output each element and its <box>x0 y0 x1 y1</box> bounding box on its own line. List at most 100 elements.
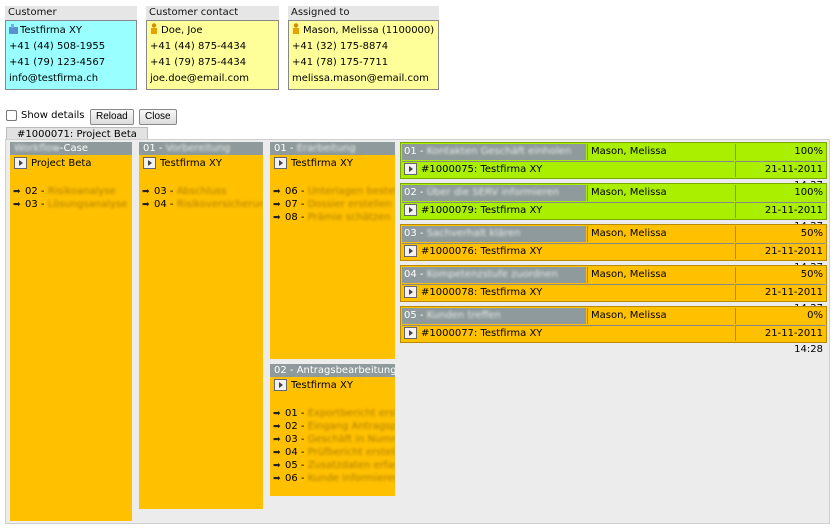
assigned-phone2: +41 (78) 175-7711 <box>292 57 389 68</box>
task-name: 01 - Kontakten Geschäft einholen <box>402 144 586 160</box>
column-items: ➡ 01 - Exportbericht erstellen ➡ 02 - Eing… <box>270 407 395 485</box>
arrow-right-icon: ➡ <box>142 200 150 210</box>
list-item[interactable]: ➡ 03 - Lösungsanalyse <box>13 198 132 211</box>
task-user: Mason, Melissa <box>587 308 738 324</box>
contact-email[interactable]: joe.doe@email.com <box>150 71 275 87</box>
item-text: Unterlagen bestellen <box>307 186 395 197</box>
column-header[interactable]: 01 - Vorbereitung <box>139 142 263 155</box>
workflow-column: 01 - Erarbeitung Testfirma XY ➡ 06 - Unte… <box>270 142 395 359</box>
column-header[interactable]: 01 - Erarbeitung <box>270 142 395 155</box>
task-name-blurred: Kunden treffen <box>426 310 501 321</box>
workflow-column: 01 - Vorbereitung Testfirma XY ➡ 03 - Abs… <box>139 142 263 509</box>
play-icon[interactable] <box>404 163 417 175</box>
list-item[interactable]: ➡ 04 - Prüfbericht erstellen <box>273 446 395 459</box>
column-subtitle[interactable]: Project Beta <box>10 157 132 171</box>
column-subtitle[interactable]: Testfirma XY <box>139 157 263 171</box>
customer-name-row[interactable]: Testfirma XY <box>9 23 133 39</box>
task-ref[interactable]: #1000077: Testfirma XY <box>402 325 734 341</box>
list-item[interactable]: ➡ 08 - Prämie schätzen <box>273 211 395 224</box>
play-icon[interactable] <box>14 157 27 169</box>
close-button[interactable]: Close <box>139 109 177 125</box>
task-card[interactable]: 03 - Sachverhalt klären Mason, Melissa 5… <box>400 224 827 273</box>
customer-box: Customer Testfirma XY +41 (44) 508-1955 … <box>5 6 137 90</box>
task-percent: 100% <box>735 144 825 160</box>
task-ref[interactable]: #1000079: Testfirma XY <box>402 202 734 218</box>
assigned-body: Mason, Melissa (1100000) +41 (32) 175-88… <box>288 20 439 90</box>
column-items: ➡ 02 - Risikoanalyse ➡ 03 - Lösungsanalyse <box>10 185 132 211</box>
list-item[interactable]: ➡ 06 - Kunde informieren <box>273 472 395 485</box>
contact-name: Doe, Joe <box>161 25 203 36</box>
column-header-blurred: Workflow <box>14 143 60 154</box>
task-ref[interactable]: #1000078: Testfirma XY <box>402 284 734 300</box>
item-number: 04 - <box>154 199 174 210</box>
task-card[interactable]: 01 - Kontakten Geschäft einholen Mason, … <box>400 142 827 191</box>
column-header-suffix: -Case <box>59 143 89 154</box>
arrow-right-icon: ➡ <box>273 461 281 471</box>
column-items: ➡ 06 - Unterlagen bestellen ➡ 07 - Dossier… <box>270 185 395 224</box>
customer-phone2: +41 (79) 123-4567 <box>9 57 106 68</box>
play-icon[interactable] <box>404 245 417 257</box>
list-item[interactable]: ➡ 03 - Geschäft in Nummer <box>273 433 395 446</box>
list-item[interactable]: ➡ 06 - Unterlagen bestellen <box>273 185 395 198</box>
show-details-checkbox[interactable] <box>6 110 17 121</box>
list-item[interactable]: ➡ 02 - Risikoanalyse <box>13 185 132 198</box>
list-item[interactable]: ➡ 01 - Exportbericht erstellen <box>273 407 395 420</box>
reload-button[interactable]: Reload <box>90 109 134 125</box>
column-subtitle-text: Testfirma XY <box>291 380 353 391</box>
list-item[interactable]: ➡ 02 - Eingang Antragsprüfung <box>273 420 395 433</box>
task-card[interactable]: 02 - Über die SERV informieren Mason, Me… <box>400 183 827 232</box>
contact-name-row[interactable]: Doe, Joe <box>150 23 275 39</box>
column-subtitle[interactable]: Testfirma XY <box>270 379 395 393</box>
assigned-name: Mason, Melissa (1100000) <box>303 25 435 36</box>
task-name: 05 - Kunden treffen <box>402 308 586 324</box>
show-details-label: Show details <box>21 110 85 121</box>
task-user: Mason, Melissa <box>587 267 738 283</box>
play-icon[interactable] <box>404 327 417 339</box>
list-item[interactable]: ➡ 05 - Zusatzdaten erfassen <box>273 459 395 472</box>
arrow-right-icon: ➡ <box>273 474 281 484</box>
task-ref-text: #1000077: Testfirma XY <box>421 328 543 339</box>
task-percent: 100% <box>735 185 825 201</box>
play-icon[interactable] <box>143 157 156 169</box>
task-date: 21-11-2011 14:27 <box>735 243 825 273</box>
play-icon[interactable] <box>404 286 417 298</box>
column-header-blurred: Erarbeitung <box>296 143 356 154</box>
item-number: 07 - <box>285 199 305 210</box>
task-ref[interactable]: #1000076: Testfirma XY <box>402 243 734 259</box>
workflow-column: 02 - Antragsbearbeitung Testfirma XY ➡ 01… <box>270 364 395 496</box>
task-card[interactable]: 04 - Kompetenzstufe zuordnen Mason, Meli… <box>400 265 827 314</box>
workflow-column: Workflow-Case Project Beta ➡ 02 - Risikoa… <box>10 142 132 521</box>
assigned-name-row[interactable]: Mason, Melissa (1100000) <box>292 23 435 39</box>
item-text: Prüfbericht erstellen <box>307 447 395 458</box>
play-icon[interactable] <box>274 157 287 169</box>
item-number: 03 - <box>25 199 45 210</box>
person-icon <box>293 23 299 34</box>
column-subtitle[interactable]: Testfirma XY <box>270 157 395 171</box>
arrow-right-icon: ➡ <box>273 448 281 458</box>
list-item[interactable]: ➡ 07 - Dossier erstellen <box>273 198 395 211</box>
list-item[interactable]: ➡ 03 - Abschluss <box>142 185 263 198</box>
list-item[interactable]: ➡ 04 - Risikoversicherung <box>142 198 263 211</box>
task-number: 04 - <box>404 269 424 280</box>
task-number: 05 - <box>404 310 424 321</box>
task-ref[interactable]: #1000075: Testfirma XY <box>402 161 734 177</box>
item-number: 02 - <box>25 186 45 197</box>
task-name-blurred: Über die SERV informieren <box>426 187 560 198</box>
task-percent: 50% <box>735 226 825 242</box>
column-header[interactable]: 02 - Antragsbearbeitung <box>270 364 395 377</box>
assigned-email[interactable]: melissa.mason@email.com <box>292 71 435 87</box>
column-header[interactable]: Workflow-Case <box>10 142 132 155</box>
task-card[interactable]: 05 - Kunden treffen Mason, Melissa 0% #1… <box>400 306 827 355</box>
arrow-right-icon: ➡ <box>273 409 281 419</box>
item-text: Prämie schätzen <box>307 212 391 223</box>
task-date: 21-11-2011 14:27 <box>735 284 825 314</box>
customer-body: Testfirma XY +41 (44) 508-1955 +41 (79) … <box>5 20 137 90</box>
play-icon[interactable] <box>404 204 417 216</box>
column-header-blurred: Vorbereitung <box>165 143 231 154</box>
task-name: 02 - Über die SERV informieren <box>402 185 586 201</box>
item-number: 05 - <box>285 460 305 471</box>
play-icon[interactable] <box>274 379 287 391</box>
assigned-box: Assigned to Mason, Melissa (1100000) +41… <box>288 6 439 90</box>
task-user: Mason, Melissa <box>587 185 738 201</box>
customer-email[interactable]: info@testfirma.ch <box>9 71 133 87</box>
